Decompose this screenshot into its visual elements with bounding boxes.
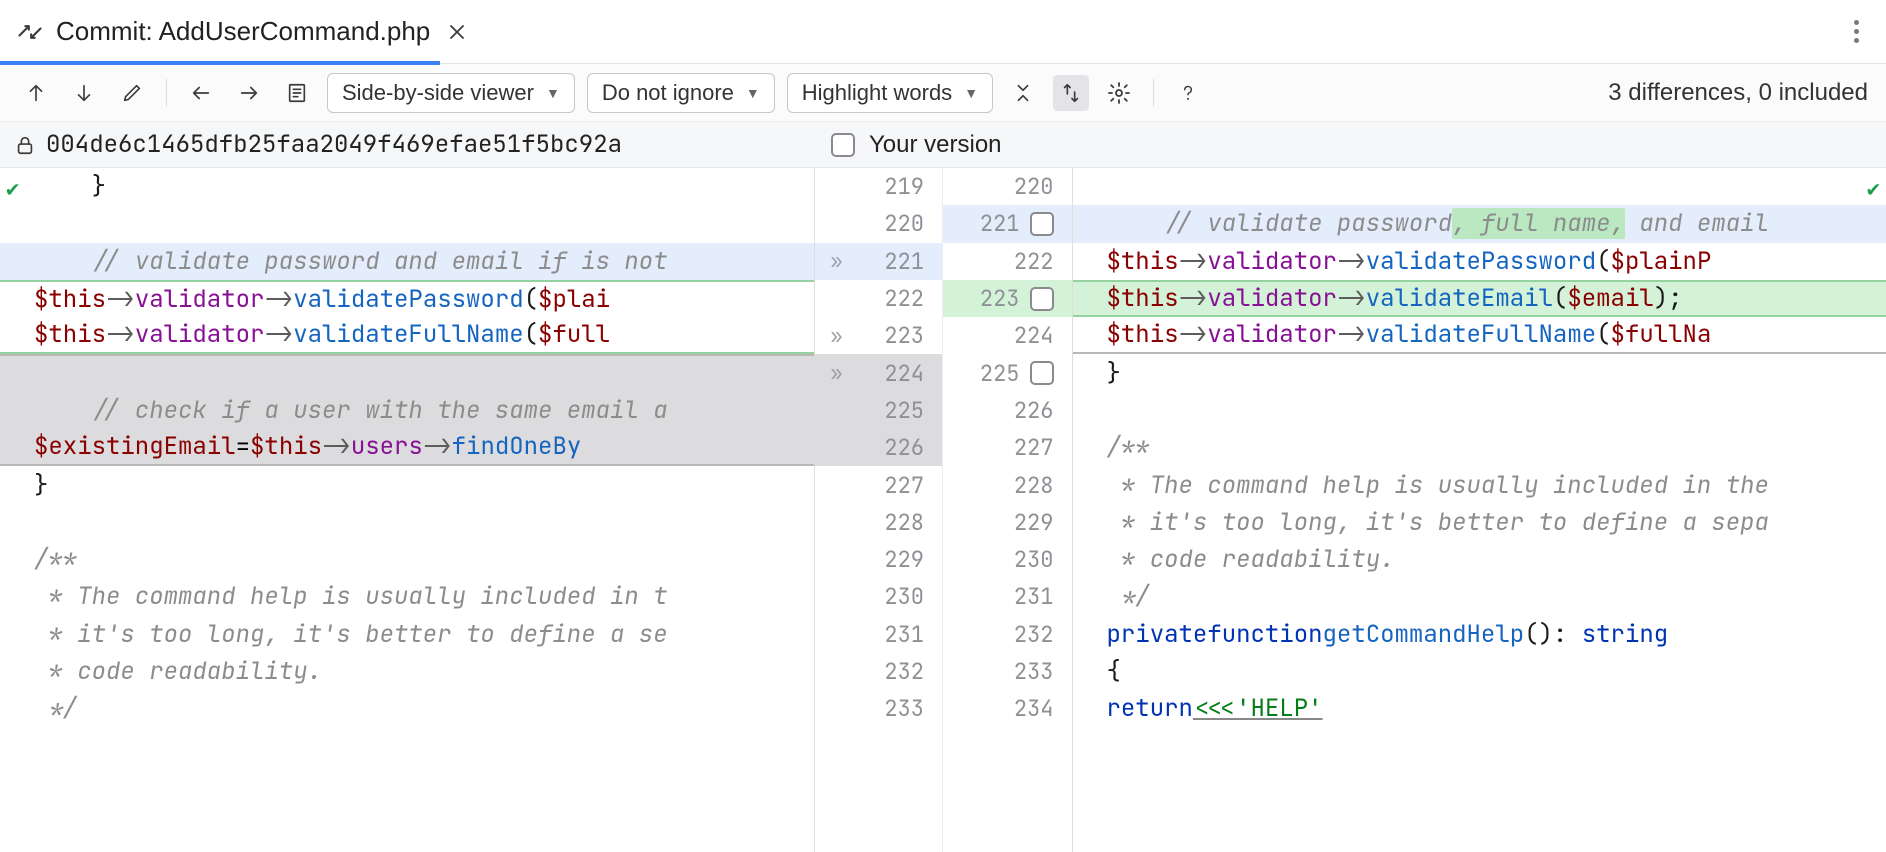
left-gutter: 219 220 »221 222 »223 »224 225 226 227 2…: [815, 168, 944, 852]
chevron-down-icon: ▼: [964, 85, 978, 101]
code-line: // validate password, full name, and ema…: [1073, 205, 1886, 242]
code-line: * The command help is usually included i…: [1073, 466, 1886, 503]
sync-scroll-button[interactable]: [1053, 75, 1089, 111]
code-line: [1073, 392, 1886, 429]
code-line: [1073, 168, 1886, 205]
highlight-mode-label: Highlight words: [802, 80, 952, 106]
code-line: $this->validator->validatePassword($plai: [0, 280, 814, 317]
left-panel-header: 004de6c1465dfb25faa2049f469efae51f5bc92a: [0, 129, 815, 160]
code-line: */: [1073, 578, 1886, 615]
apply-chunk-icon[interactable]: »: [831, 248, 843, 274]
code-line: * The command help is usually included i…: [0, 578, 814, 615]
diff-toolbar: Side-by-side viewer ▼ Do not ignore ▼ Hi…: [0, 64, 1886, 122]
apply-chunk-icon[interactable]: »: [831, 323, 843, 349]
right-panel-header: Your version: [815, 131, 1886, 159]
code-line: {: [1073, 653, 1886, 690]
commit-icon: [16, 18, 44, 46]
tab-title: Commit: AddUserCommand.php: [56, 16, 430, 47]
code-line: * it's too long, it's better to define a…: [1073, 504, 1886, 541]
settings-button[interactable]: [1101, 75, 1137, 111]
chevron-down-icon: ▼: [746, 85, 760, 101]
code-line: [0, 504, 814, 541]
apply-chunk-icon[interactable]: »: [831, 360, 843, 386]
tab-active-indicator: [0, 61, 440, 65]
toolbar-separator: [1153, 79, 1154, 107]
code-line: * code readability.: [0, 653, 814, 690]
left-revision-hash: 004de6c1465dfb25faa2049f469efae51f5bc92a: [46, 129, 622, 160]
right-panel-label: Your version: [869, 131, 1002, 159]
code-line: /**: [0, 541, 814, 578]
next-diff-button[interactable]: [66, 75, 102, 111]
code-line: /**: [1073, 429, 1886, 466]
help-button[interactable]: [1170, 75, 1206, 111]
prev-diff-button[interactable]: [18, 75, 54, 111]
view-mode-select[interactable]: Side-by-side viewer ▼: [327, 73, 575, 113]
include-all-checkbox[interactable]: [831, 133, 855, 157]
include-chunk-checkbox[interactable]: [1030, 287, 1054, 311]
code-line: * code readability.: [1073, 541, 1886, 578]
code-line: // validate password and email if is not: [0, 243, 814, 280]
code-line: * it's too long, it's better to define a…: [0, 616, 814, 653]
code-line: */: [0, 690, 814, 727]
ignore-mode-label: Do not ignore: [602, 80, 734, 106]
collapse-unchanged-button[interactable]: [1005, 75, 1041, 111]
left-code-pane[interactable]: ✔ } // validate password and email if is…: [0, 168, 815, 852]
line-number-gutter: 219 220 »221 222 »223 »224 225 226 227 2…: [815, 168, 1073, 852]
code-line: return <<<'HELP': [1073, 690, 1886, 727]
view-mode-label: Side-by-side viewer: [342, 80, 534, 106]
highlight-mode-select[interactable]: Highlight words ▼: [787, 73, 993, 113]
right-code-pane[interactable]: ✔ // validate password, full name, and e…: [1073, 168, 1886, 852]
right-gutter: 220 221 222 223 224 225 226 227 228 229 …: [943, 168, 1072, 852]
code-line: }: [0, 168, 814, 205]
code-line: [0, 205, 814, 242]
code-line: $this->validator->validatePassword($plai…: [1073, 243, 1886, 280]
code-line: $this->validator->validateFullName($full: [0, 317, 814, 354]
code-line: private function getCommandHelp(): strin…: [1073, 616, 1886, 653]
toolbar-separator: [166, 79, 167, 107]
lock-icon: [14, 134, 36, 156]
include-chunk-checkbox[interactable]: [1030, 361, 1054, 385]
nav-back-button[interactable]: [183, 75, 219, 111]
file-list-button[interactable]: [279, 75, 315, 111]
chevron-down-icon: ▼: [546, 85, 560, 101]
inspection-ok-icon: ✔: [1867, 174, 1880, 203]
include-chunk-checkbox[interactable]: [1030, 212, 1054, 236]
tab-close-button[interactable]: [448, 23, 466, 41]
nav-forward-button[interactable]: [231, 75, 267, 111]
code-line: $this->validator->validateEmail($email);: [1073, 280, 1886, 317]
code-line: // check if a user with the same email a: [0, 392, 814, 429]
edit-button[interactable]: [114, 75, 150, 111]
tab-bar: Commit: AddUserCommand.php: [0, 0, 1886, 64]
inspection-ok-icon: ✔: [6, 174, 19, 203]
diff-area: ✔ } // validate password and email if is…: [0, 168, 1886, 852]
code-line: [0, 354, 814, 391]
code-line: }: [0, 466, 814, 503]
code-line: $existingEmail = $this->users->findOneBy: [0, 429, 814, 466]
code-line: $this->validator->validateFullName($full…: [1073, 317, 1886, 354]
diff-count-label: 3 differences, 0 included: [1608, 79, 1868, 107]
ignore-mode-select[interactable]: Do not ignore ▼: [587, 73, 775, 113]
panel-header: 004de6c1465dfb25faa2049f469efae51f5bc92a…: [0, 122, 1886, 168]
more-options-icon[interactable]: [1842, 18, 1870, 46]
code-line: }: [1073, 354, 1886, 391]
